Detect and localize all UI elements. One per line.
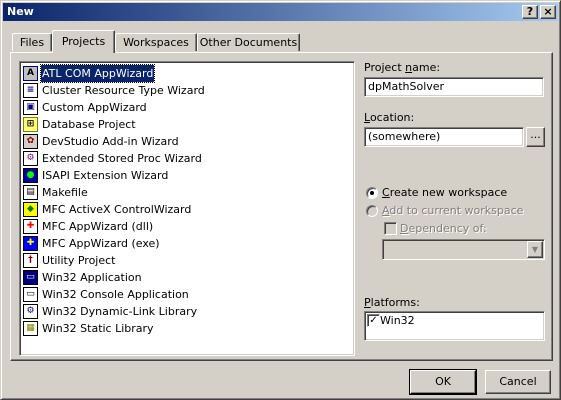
create-new-workspace-label[interactable]: Create new workspace bbox=[382, 186, 507, 199]
project-type-label: MFC AppWizard (exe) bbox=[42, 237, 160, 250]
project-type-item[interactable]: ⊞ Database Project bbox=[23, 116, 343, 133]
projects-panel: A ATL COM AppWizard ≡ Cluster Resource Type… bbox=[10, 52, 553, 361]
project-type-label: MFC AppWizard (dll) bbox=[42, 220, 154, 233]
location-value: (somewhere) bbox=[368, 130, 441, 143]
project-type-item[interactable]: A ATL COM AppWizard bbox=[23, 64, 343, 83]
help-button[interactable]: ? bbox=[522, 5, 538, 19]
project-type-item[interactable]: † Utility Project bbox=[23, 252, 343, 269]
mfc-appwizard-exe-icon: ✚ bbox=[23, 236, 38, 251]
tab-files[interactable]: Files bbox=[12, 33, 52, 51]
dependency-of-dropdown[interactable]: ▼ bbox=[382, 239, 545, 260]
project-type-label: Extended Stored Proc Wizard bbox=[42, 152, 202, 165]
project-name-input[interactable]: dpMathSolver bbox=[364, 77, 544, 97]
project-type-label: Win32 Static Library bbox=[42, 322, 154, 335]
project-type-item[interactable]: ▤ Makefile bbox=[23, 184, 343, 201]
browse-button[interactable]: ... bbox=[526, 127, 545, 147]
project-type-item[interactable]: ✿ DevStudio Add-in Wizard bbox=[23, 133, 343, 150]
project-type-item[interactable]: ▭ Win32 Console Application bbox=[23, 286, 343, 303]
new-dialog: New ? × Files Projects Workspaces Other … bbox=[0, 0, 561, 400]
project-type-list[interactable]: A ATL COM AppWizard ≡ Cluster Resource Type… bbox=[19, 61, 355, 356]
win32-application-icon: ▭ bbox=[23, 270, 38, 285]
project-type-item[interactable]: ✚ MFC AppWizard (dll) bbox=[23, 218, 343, 235]
project-type-label: Database Project bbox=[42, 118, 136, 131]
project-name-value: dpMathSolver bbox=[368, 80, 445, 93]
mfc-appwizard-dll-icon: ✚ bbox=[23, 219, 38, 234]
project-type-label: Win32 Console Application bbox=[42, 288, 189, 301]
location-input[interactable]: (somewhere) bbox=[364, 127, 524, 147]
extended-stored-proc-icon: ⚙ bbox=[23, 151, 38, 166]
tab-workspaces[interactable]: Workspaces bbox=[115, 33, 197, 51]
win32-dll-icon: ⚙ bbox=[23, 304, 38, 319]
project-type-label: Makefile bbox=[42, 186, 88, 199]
project-type-item[interactable]: ⚙ Win32 Dynamic-Link Library bbox=[23, 303, 343, 320]
platforms-label: Platforms: bbox=[364, 296, 420, 309]
cancel-button[interactable]: Cancel bbox=[485, 370, 551, 394]
utility-project-icon: † bbox=[23, 253, 38, 268]
project-name-label: Project name: bbox=[364, 61, 441, 74]
mfc-activex-icon: ◆ bbox=[23, 202, 38, 217]
atl-com-appwizard-icon: A bbox=[23, 66, 38, 81]
project-type-item[interactable]: ◆ MFC ActiveX ControlWizard bbox=[23, 201, 343, 218]
platforms-list[interactable]: ✓ Win32 bbox=[364, 311, 545, 341]
tab-other-documents[interactable]: Other Documents bbox=[197, 33, 300, 51]
project-type-item[interactable]: ▣ Custom AppWizard bbox=[23, 99, 343, 116]
dependency-of-checkbox[interactable] bbox=[384, 222, 397, 235]
project-type-label: ATL COM AppWizard bbox=[39, 64, 156, 83]
create-new-workspace-radio[interactable] bbox=[366, 187, 378, 199]
project-type-item[interactable]: ✚ MFC AppWizard (exe) bbox=[23, 235, 343, 252]
project-type-item[interactable]: ▦ Win32 Static Library bbox=[23, 320, 343, 337]
project-type-item[interactable]: ≡ Cluster Resource Type Wizard bbox=[23, 82, 343, 99]
add-to-current-workspace-radio[interactable] bbox=[366, 205, 378, 217]
title-bar[interactable]: New ? × bbox=[3, 3, 558, 21]
isapi-extension-icon: ● bbox=[23, 168, 38, 183]
win32-static-lib-icon: ▦ bbox=[23, 321, 38, 336]
tab-projects[interactable]: Projects bbox=[52, 30, 115, 53]
custom-appwizard-icon: ▣ bbox=[23, 100, 38, 115]
close-button[interactable]: × bbox=[540, 5, 556, 19]
project-type-label: Win32 Application bbox=[42, 271, 142, 284]
window-title: New bbox=[7, 5, 34, 18]
makefile-icon: ▤ bbox=[23, 185, 38, 200]
cluster-resource-icon: ≡ bbox=[23, 83, 38, 98]
chevron-down-icon[interactable]: ▼ bbox=[527, 241, 543, 258]
add-to-current-workspace-label: Add to current workspace bbox=[382, 204, 524, 217]
project-type-item[interactable]: ▭ Win32 Application bbox=[23, 269, 343, 286]
project-type-label: ISAPI Extension Wizard bbox=[42, 169, 169, 182]
location-label: Location: bbox=[364, 111, 415, 124]
project-type-label: Custom AppWizard bbox=[42, 101, 147, 114]
dependency-of-label: Dependency of: bbox=[400, 222, 487, 235]
devstudio-addin-icon: ✿ bbox=[23, 134, 38, 149]
project-type-label: Cluster Resource Type Wizard bbox=[42, 84, 205, 97]
project-type-label: Utility Project bbox=[42, 254, 116, 267]
database-project-icon: ⊞ bbox=[23, 117, 38, 132]
project-type-item[interactable]: ● ISAPI Extension Wizard bbox=[23, 167, 343, 184]
ok-button[interactable]: OK bbox=[409, 369, 477, 395]
radio-selected-dot bbox=[370, 191, 374, 195]
project-type-item[interactable]: ⚙ Extended Stored Proc Wizard bbox=[23, 150, 343, 167]
project-type-label: Win32 Dynamic-Link Library bbox=[42, 305, 198, 318]
project-type-label: DevStudio Add-in Wizard bbox=[42, 135, 179, 148]
win32-platform-label[interactable]: Win32 bbox=[380, 314, 415, 327]
win32-platform-checkbox[interactable]: ✓ bbox=[367, 314, 380, 327]
win32-console-icon: ▭ bbox=[23, 287, 38, 302]
project-type-label: MFC ActiveX ControlWizard bbox=[42, 203, 192, 216]
